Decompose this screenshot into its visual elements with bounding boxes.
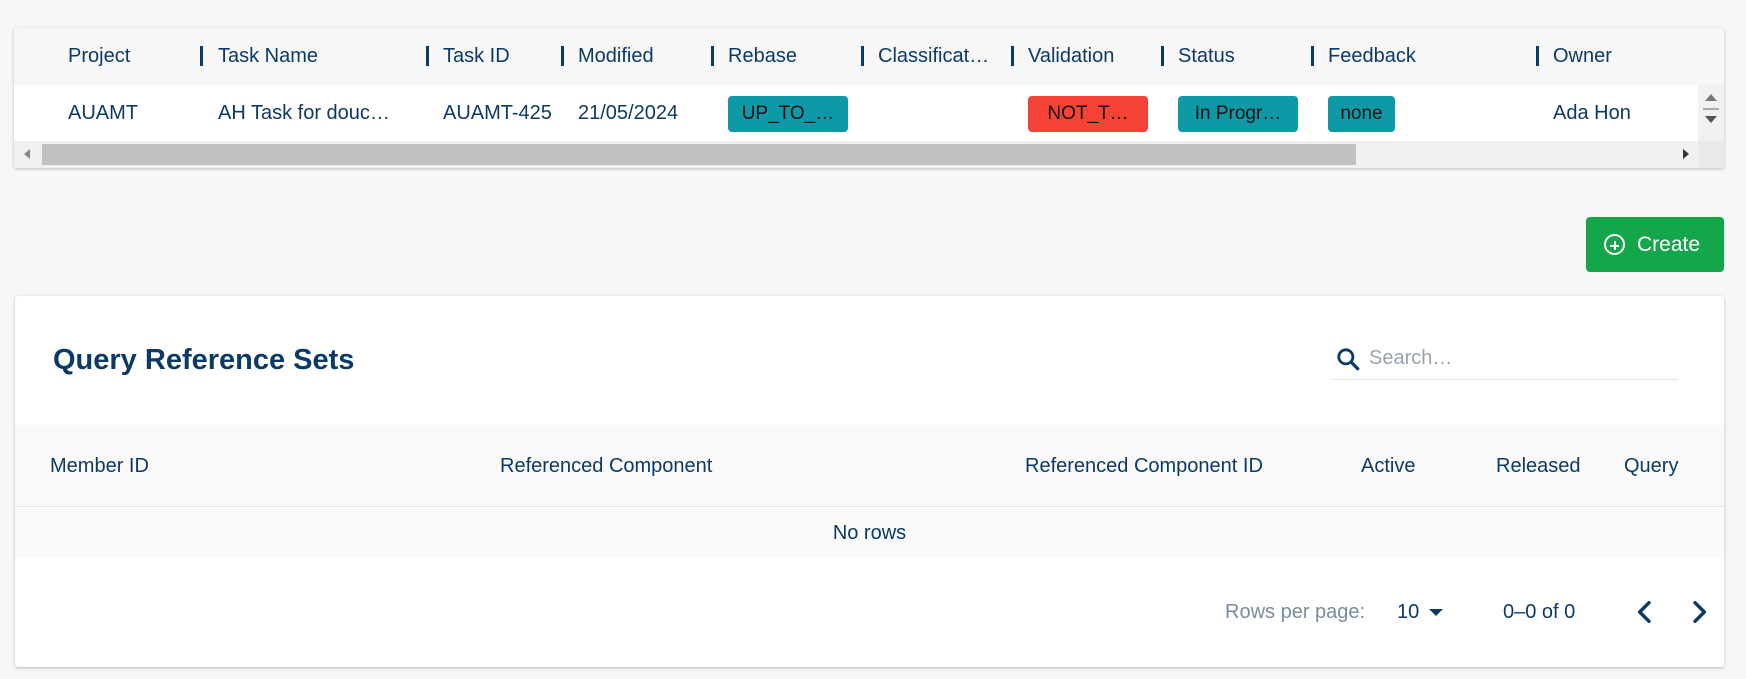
column-header-classification[interactable]: Classificat… [878, 28, 989, 85]
table-header: Member ID Referenced Component Reference… [15, 425, 1724, 507]
column-header-validation[interactable]: Validation [1028, 28, 1114, 85]
column-resize-handle[interactable] [200, 46, 203, 66]
rows-per-page-value: 10 [1397, 601, 1420, 623]
column-header-feedback[interactable]: Feedback [1328, 28, 1416, 85]
scroll-left-icon[interactable] [24, 149, 30, 159]
chevron-right-icon[interactable] [1683, 596, 1715, 628]
scroll-right-icon[interactable] [1683, 149, 1689, 159]
scroll-down-icon[interactable] [1705, 116, 1717, 123]
table-row[interactable]: AUAMT AH Task for douc… AUAMT-425 21/05/… [14, 85, 1698, 141]
add-circle-icon [1604, 234, 1625, 255]
search-icon [1337, 348, 1360, 371]
create-button[interactable]: Create [1586, 217, 1724, 272]
search-box[interactable] [1331, 340, 1678, 380]
rows-per-page-select[interactable]: 10 [1397, 592, 1444, 632]
column-resize-handle[interactable] [561, 46, 564, 66]
task-table: Project Task Name Task ID Modified Rebas… [14, 28, 1724, 168]
column-header-member-id[interactable]: Member ID [50, 425, 149, 507]
scrollbar-thumb[interactable] [1703, 108, 1719, 110]
column-resize-handle[interactable] [711, 46, 714, 66]
column-header-released[interactable]: Released [1496, 425, 1581, 507]
column-header-referenced-component-id[interactable]: Referenced Component ID [1025, 425, 1263, 507]
column-header-referenced-component[interactable]: Referenced Component [500, 425, 712, 507]
column-resize-handle[interactable] [426, 46, 429, 66]
task-status-chip: In Progr… [1178, 96, 1298, 132]
empty-table-message: No rows [15, 508, 1724, 558]
section-title: Query Reference Sets [53, 344, 355, 376]
feedback-status-chip: none [1328, 96, 1395, 132]
rows-per-page-label: Rows per page: [1225, 601, 1366, 623]
cell-task-name: AH Task for douc… [218, 102, 390, 124]
scrollbar-corner [1698, 141, 1724, 168]
chevron-left-icon[interactable] [1629, 596, 1661, 628]
scroll-up-icon[interactable] [1705, 94, 1717, 101]
column-header-query[interactable]: Query [1624, 425, 1678, 507]
validation-status-chip: NOT_T… [1028, 96, 1148, 132]
column-header-active[interactable]: Active [1361, 425, 1415, 507]
pagination-range: 0–0 of 0 [1503, 601, 1576, 623]
horizontal-scrollbar[interactable] [14, 141, 1698, 168]
create-button-label: Create [1637, 232, 1701, 256]
column-header-rebase[interactable]: Rebase [728, 28, 797, 85]
column-header-task-name[interactable]: Task Name [218, 28, 318, 85]
caret-down-icon [1429, 609, 1444, 617]
search-input[interactable] [1369, 342, 1669, 374]
column-header-status[interactable]: Status [1178, 28, 1235, 85]
column-header-task-id[interactable]: Task ID [443, 28, 510, 85]
column-resize-handle[interactable] [861, 46, 864, 66]
cell-project: AUAMT [68, 102, 138, 124]
cell-owner: Ada Hon [1553, 102, 1631, 124]
column-header-modified[interactable]: Modified [578, 28, 654, 85]
cell-modified: 21/05/2024 [578, 102, 679, 124]
cell-task-id: AUAMT-425 [443, 102, 552, 124]
scrollbar-thumb[interactable] [42, 144, 1356, 165]
column-resize-handle[interactable] [1161, 46, 1164, 66]
column-resize-handle[interactable] [1011, 46, 1014, 66]
column-resize-handle[interactable] [1311, 46, 1314, 66]
task-table-header: Project Task Name Task ID Modified Rebas… [14, 28, 1724, 85]
rebase-status-chip: UP_TO_… [728, 96, 848, 132]
column-header-project[interactable]: Project [68, 28, 130, 85]
query-reference-sets-panel: Query Reference Sets Member ID Reference… [15, 296, 1724, 667]
column-resize-handle[interactable] [1536, 46, 1539, 66]
column-header-owner[interactable]: Owner [1553, 28, 1612, 85]
